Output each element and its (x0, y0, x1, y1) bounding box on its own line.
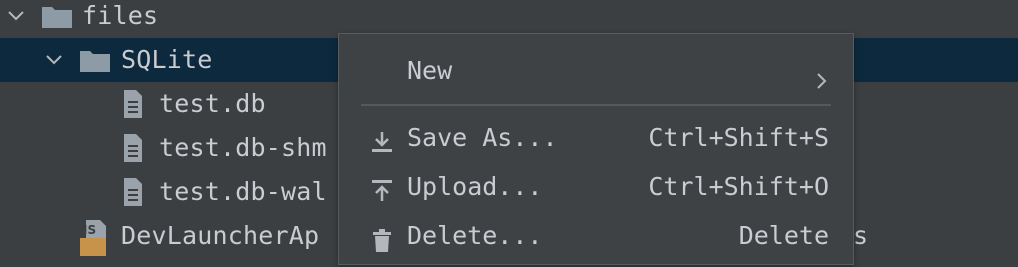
file-icon (120, 170, 146, 214)
download-icon (369, 125, 395, 152)
menu-item-shortcut: Ctrl+Shift+S (648, 123, 829, 152)
menu-item-save-as[interactable]: Save As... Ctrl+Shift+S (339, 116, 853, 160)
upload-icon (369, 174, 395, 201)
menu-item-label: Delete... (407, 221, 543, 250)
chevron-down-icon[interactable] (44, 38, 64, 82)
tree-item-label: test.db-wal (159, 177, 327, 206)
tree-item-label-overflow: s (853, 221, 869, 250)
trash-icon (369, 223, 395, 252)
menu-item-label: Upload... (407, 172, 543, 201)
tree-item-label: test.db-shm (159, 133, 327, 162)
menu-item-label: New (407, 56, 453, 85)
menu-item-shortcut: Delete (738, 221, 829, 250)
menu-item-shortcut: Ctrl+Shift+O (648, 172, 829, 201)
file-icon (120, 82, 146, 126)
folder-icon (40, 0, 74, 38)
menu-item-label: Save As... (407, 123, 558, 152)
tree-item-label: files (82, 1, 159, 30)
menu-separator (361, 104, 831, 106)
menu-item-upload[interactable]: Upload... Ctrl+Shift+O (339, 165, 853, 209)
menu-item-delete[interactable]: Delete... Delete (339, 214, 853, 258)
menu-item-new[interactable]: New (339, 49, 853, 93)
context-menu: New Save As... Ctrl+Shift+S Upload... Ct… (338, 33, 854, 265)
file-icon (120, 126, 146, 170)
js-file-icon: JS (78, 214, 112, 258)
js-badge-label: JS (83, 223, 97, 237)
folder-icon (78, 38, 112, 82)
chevron-right-icon (815, 61, 829, 89)
tree-item-label: DevLauncherAp (121, 221, 320, 250)
tree-item-label: SQLite (121, 45, 213, 74)
chevron-down-icon[interactable] (6, 0, 26, 38)
tree-item-label: test.db (159, 89, 266, 118)
